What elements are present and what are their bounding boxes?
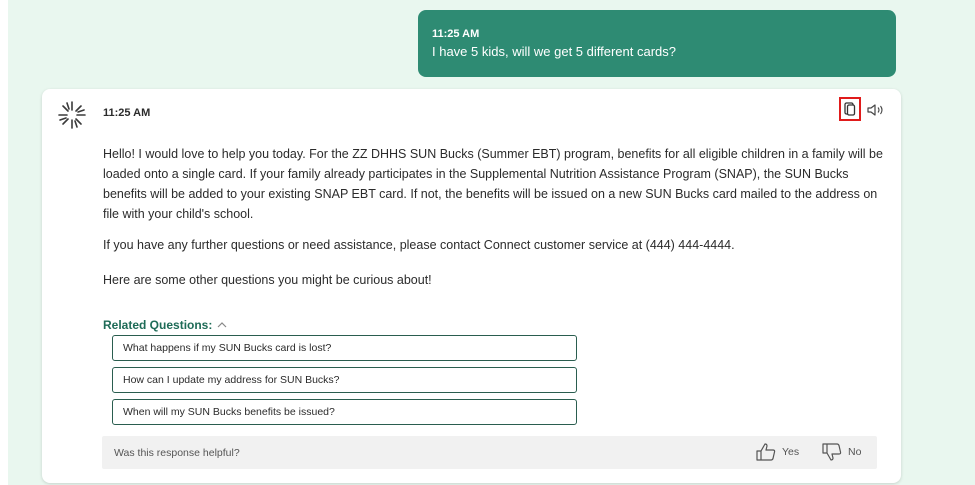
- left-edge-strip: [0, 0, 8, 485]
- bot-message-card: 11:25 AM Hello! I would love to help you…: [42, 89, 901, 483]
- feedback-bar: Was this response helpful? Yes No: [102, 436, 877, 469]
- bot-avatar-icon: [58, 101, 86, 129]
- bot-message-time: 11:25 AM: [103, 107, 151, 119]
- no-label: No: [848, 446, 862, 458]
- thumbs-up-icon: [756, 443, 776, 461]
- read-aloud-button[interactable]: [866, 102, 888, 118]
- bot-message-paragraph: If you have any further questions or nee…: [103, 238, 735, 252]
- feedback-question: Was this response helpful?: [114, 447, 240, 459]
- related-question-button[interactable]: What happens if my SUN Bucks card is los…: [112, 335, 577, 361]
- thumbs-up-button[interactable]: Yes: [755, 442, 799, 462]
- user-message-bubble: 11:25 AM I have 5 kids, will we get 5 di…: [418, 10, 896, 77]
- thumbs-down-icon: [822, 443, 842, 461]
- user-message-text: I have 5 kids, will we get 5 different c…: [432, 44, 676, 59]
- related-question-button[interactable]: How can I update my address for SUN Buck…: [112, 367, 577, 393]
- speaker-icon: [867, 104, 883, 116]
- copy-icon: [844, 102, 856, 116]
- related-questions-title: Related Questions:: [103, 318, 213, 332]
- user-message-time: 11:25 AM: [432, 28, 480, 40]
- bot-message-paragraph: Here are some other questions you might …: [103, 273, 432, 287]
- copy-button[interactable]: [839, 97, 861, 121]
- bot-message-paragraph: Hello! I would love to help you today. F…: [103, 147, 883, 221]
- related-questions-toggle[interactable]: Related Questions:: [103, 318, 228, 332]
- chevron-up-icon: [217, 322, 227, 328]
- related-question-button[interactable]: When will my SUN Bucks benefits be issue…: [112, 399, 577, 425]
- yes-label: Yes: [782, 446, 800, 458]
- thumbs-down-button[interactable]: No: [821, 442, 861, 462]
